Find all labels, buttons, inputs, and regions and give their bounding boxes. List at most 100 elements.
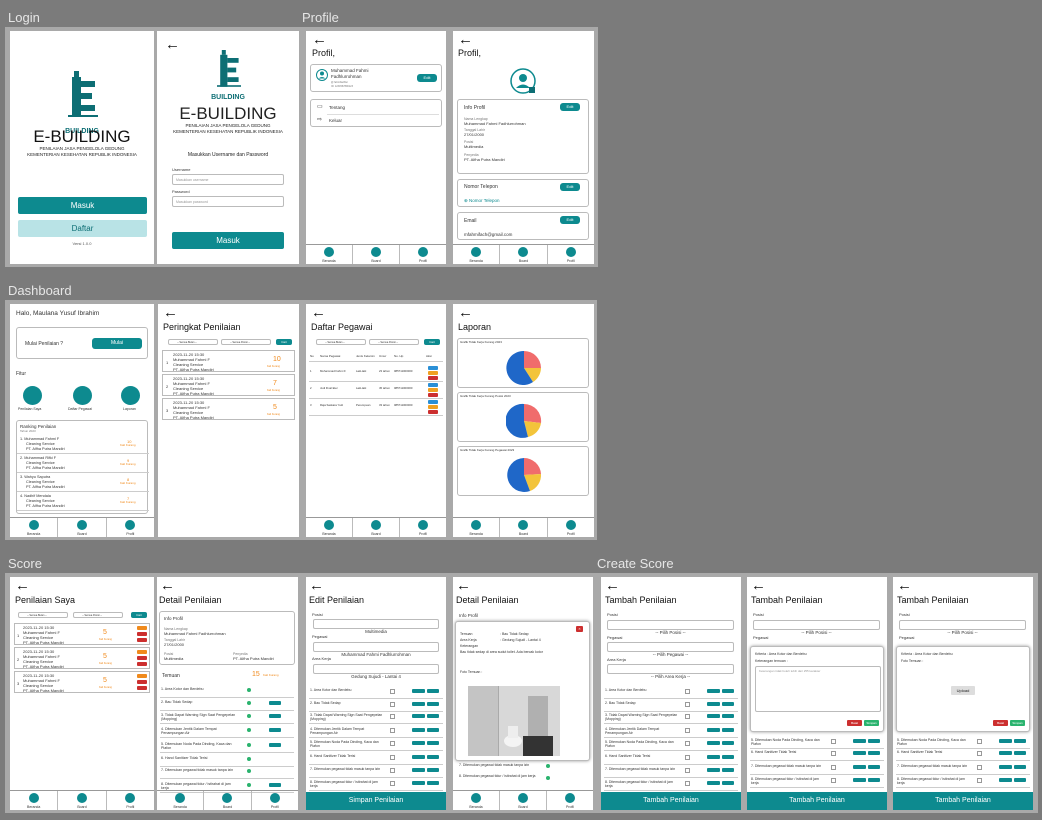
simpan-button[interactable]: Simpan bbox=[864, 720, 879, 726]
nav-home[interactable]: Beranda bbox=[306, 245, 353, 264]
photo-button[interactable] bbox=[412, 781, 425, 785]
position-filter[interactable]: -- Semua Posisi -- bbox=[73, 612, 123, 618]
photo-button[interactable] bbox=[707, 702, 720, 706]
note-button[interactable] bbox=[1014, 739, 1026, 743]
back-arrow-icon[interactable]: ← bbox=[458, 305, 473, 320]
photo-button[interactable] bbox=[412, 755, 425, 759]
menu-item-keluar[interactable]: Keluar bbox=[329, 118, 342, 124]
delete-icon[interactable] bbox=[428, 376, 438, 380]
note-button[interactable] bbox=[868, 778, 880, 782]
pegawai-select[interactable]: Muhammad Fahmi Fadhlurrohman bbox=[313, 642, 439, 657]
simpan-button[interactable]: Simpan bbox=[1010, 720, 1025, 726]
note-button[interactable] bbox=[868, 739, 880, 743]
note-button[interactable] bbox=[722, 702, 734, 706]
posisi-select[interactable]: -- Pilih Posisi -- bbox=[607, 620, 734, 635]
batal-button[interactable]: Batal bbox=[993, 720, 1008, 726]
edit-icon[interactable] bbox=[428, 405, 438, 409]
edit-icon[interactable] bbox=[137, 626, 147, 630]
nav-board[interactable]: Board bbox=[500, 245, 548, 264]
delete-icon[interactable] bbox=[137, 632, 147, 636]
criteria-checkbox[interactable] bbox=[977, 765, 982, 770]
tambah-penilaian-button[interactable]: Tambah Penilaian bbox=[747, 792, 887, 810]
photo-button[interactable] bbox=[707, 689, 720, 693]
note-button[interactable] bbox=[427, 741, 439, 745]
nav-board[interactable]: Board bbox=[500, 791, 547, 810]
nav-board[interactable]: Board bbox=[58, 791, 107, 810]
note-button[interactable] bbox=[427, 714, 439, 718]
delete-icon[interactable] bbox=[137, 638, 147, 642]
edit-profile-button[interactable]: Edit bbox=[417, 74, 437, 82]
peringkat-row[interactable]: 2 2023-11-20 15:30 Muhammad Fahmi F Cleanin… bbox=[162, 374, 295, 396]
peringkat-row[interactable]: 3 2023-11-20 15:30 Muhammad Fahmi F Cleanin… bbox=[162, 398, 295, 420]
delete-icon[interactable] bbox=[428, 393, 438, 397]
criteria-checkbox[interactable] bbox=[390, 702, 395, 707]
photo-button[interactable] bbox=[707, 755, 720, 759]
back-arrow-icon[interactable]: ← bbox=[15, 578, 30, 593]
view-icon[interactable] bbox=[428, 366, 438, 370]
criteria-checkbox[interactable] bbox=[390, 755, 395, 760]
search-button[interactable]: Cari bbox=[131, 612, 147, 618]
back-arrow-icon[interactable]: ← bbox=[311, 305, 326, 320]
edit-phone-button[interactable]: Edit bbox=[560, 183, 580, 191]
area-select[interactable]: -- Pilih Area Kerja -- bbox=[607, 664, 734, 679]
posisi-select[interactable]: Multimedia bbox=[313, 619, 439, 634]
photo-button[interactable] bbox=[412, 702, 425, 706]
photo-button[interactable] bbox=[999, 778, 1012, 782]
nav-home[interactable]: Beranda bbox=[453, 518, 501, 537]
simpan-penilaian-button[interactable]: Simpan Penilaian bbox=[306, 792, 446, 810]
month-filter[interactable]: -- Semua Bulan -- bbox=[168, 339, 218, 345]
back-arrow-icon[interactable]: ← bbox=[309, 578, 324, 593]
posisi-select[interactable]: -- Pilih Posisi -- bbox=[753, 620, 880, 635]
edit-info-button[interactable]: Edit bbox=[560, 103, 580, 111]
photo-button[interactable] bbox=[707, 714, 720, 718]
photo-button[interactable] bbox=[707, 741, 720, 745]
criteria-checkbox[interactable] bbox=[685, 755, 690, 760]
photo-button[interactable] bbox=[412, 741, 425, 745]
note-button[interactable] bbox=[427, 755, 439, 759]
photo-button[interactable] bbox=[707, 728, 720, 732]
login-submit-button[interactable]: Masuk bbox=[172, 232, 284, 249]
back-arrow-icon[interactable]: ← bbox=[458, 32, 473, 47]
criteria-checkbox[interactable] bbox=[685, 741, 690, 746]
note-button[interactable] bbox=[722, 741, 734, 745]
close-icon[interactable]: × bbox=[576, 626, 583, 632]
nav-profile[interactable]: Profil bbox=[400, 245, 446, 264]
detail-button[interactable] bbox=[269, 701, 281, 705]
nav-home[interactable]: Beranda bbox=[157, 791, 205, 810]
score-row[interactable]: 3 2023-11-20 15:30 Muhammad Fahmi F Cleanin… bbox=[14, 671, 150, 693]
month-filter[interactable]: -- Semua Bulan -- bbox=[316, 339, 366, 345]
criteria-checkbox[interactable] bbox=[831, 739, 836, 744]
note-button[interactable] bbox=[1014, 778, 1026, 782]
edit-icon[interactable] bbox=[137, 674, 147, 678]
detail-button[interactable] bbox=[269, 743, 281, 747]
feature-penilaian-icon[interactable] bbox=[23, 386, 42, 405]
nav-board[interactable]: Board bbox=[353, 245, 400, 264]
nav-board[interactable]: Board bbox=[353, 518, 400, 537]
note-button[interactable] bbox=[722, 714, 734, 718]
edit-email-button[interactable]: Edit bbox=[560, 216, 580, 224]
view-icon[interactable] bbox=[428, 400, 438, 404]
criteria-checkbox[interactable] bbox=[831, 765, 836, 770]
photo-button[interactable] bbox=[707, 781, 720, 785]
nav-home[interactable]: Beranda bbox=[453, 791, 500, 810]
score-row[interactable]: 1 2023-11-20 15:30 Muhammad Fahmi F Cleanin… bbox=[14, 623, 150, 645]
photo-button[interactable] bbox=[412, 728, 425, 732]
tambah-penilaian-button[interactable]: Tambah Penilaian bbox=[601, 792, 741, 810]
note-button[interactable] bbox=[722, 689, 734, 693]
note-button[interactable] bbox=[427, 781, 439, 785]
criteria-checkbox[interactable] bbox=[390, 781, 395, 786]
search-button[interactable]: Cari bbox=[424, 339, 440, 345]
criteria-checkbox[interactable] bbox=[390, 741, 395, 746]
delete-icon[interactable] bbox=[137, 662, 147, 666]
criteria-checkbox[interactable] bbox=[831, 778, 836, 783]
nav-profile[interactable]: Profil bbox=[400, 518, 446, 537]
criteria-checkbox[interactable] bbox=[977, 778, 982, 783]
posisi-select[interactable]: -- Pilih Posisi -- bbox=[899, 620, 1026, 635]
view-icon[interactable] bbox=[428, 383, 438, 387]
back-arrow-icon[interactable]: ← bbox=[163, 305, 178, 320]
photo-button[interactable] bbox=[853, 778, 866, 782]
feature-pegawai-icon[interactable] bbox=[73, 386, 92, 405]
photo-button[interactable] bbox=[999, 765, 1012, 769]
tambah-penilaian-button[interactable]: Tambah Penilaian bbox=[893, 792, 1033, 810]
photo-button[interactable] bbox=[707, 768, 720, 772]
